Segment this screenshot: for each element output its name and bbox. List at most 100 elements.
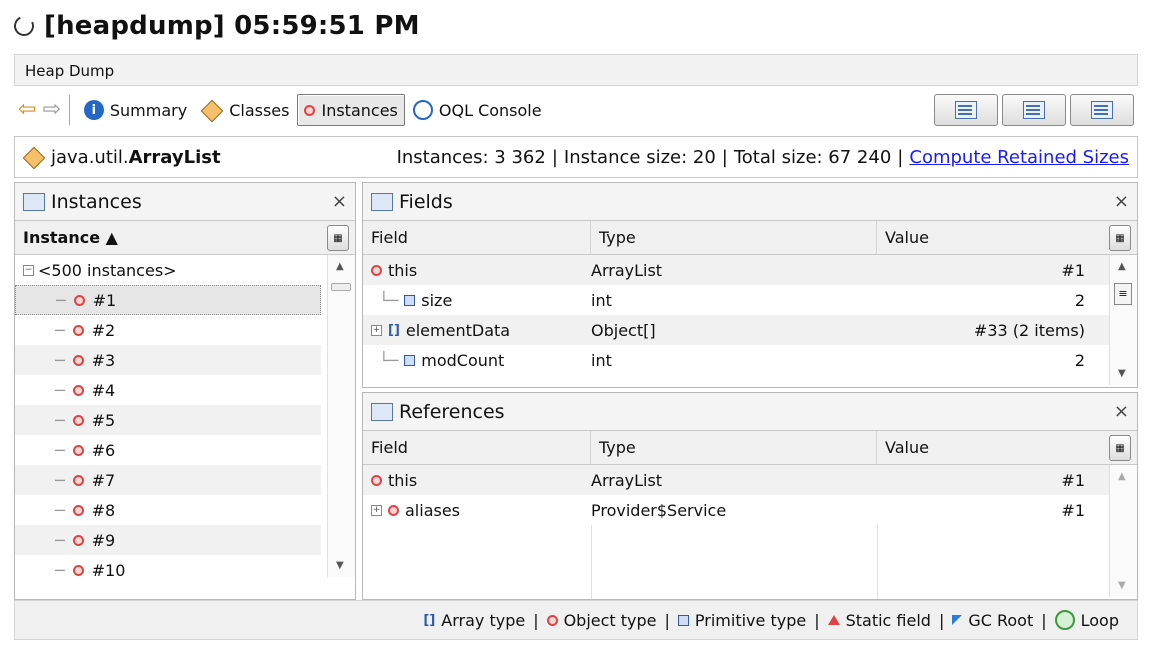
instance-item[interactable]: ─ #6 [15,435,321,465]
summary-label: Summary [109,100,188,120]
value-column[interactable]: Value [877,221,1099,254]
scroll-down-icon[interactable]: ▼ [336,560,344,571]
field-type: Provider$Service [591,500,727,520]
instance-item[interactable]: ─ #1 [15,285,321,315]
instance-item[interactable]: ─ #7 [15,465,321,495]
table-row[interactable]: + aliases Provider$Service #1 [363,495,1137,525]
instance-label: #4 [91,380,116,400]
scroll-thumb[interactable]: ≡ [1114,283,1132,305]
primitive-icon [404,354,416,366]
instance-label: #9 [91,530,116,550]
toggle-fields-view-button[interactable] [1002,94,1066,126]
column-chooser-button[interactable]: ▦ [1109,435,1131,461]
close-icon[interactable]: × [1114,401,1129,422]
tree-connector: ─ [55,380,65,400]
column-chooser-button[interactable]: ▦ [1109,225,1131,251]
tree-connector: ─ [55,560,65,580]
tree-connector: ─ [55,410,65,430]
oql-label: OQL Console [438,100,542,120]
fields-scrollbar[interactable]: ▲ ≡ ▼ [1109,255,1137,385]
class-simple-name: ArrayList [128,146,221,168]
expand-icon[interactable]: + [371,504,382,516]
field-name: elementData [405,320,511,340]
compute-retained-sizes-link[interactable]: Compute Retained Sizes [909,147,1129,168]
legend-array: Array type [441,610,526,630]
scroll-up-icon[interactable]: ▲ [1118,471,1126,482]
field-column[interactable]: Field [363,221,591,254]
class-info-bar: java.util.ArrayList Instances: 3 362 | I… [14,136,1138,178]
window-title: [heapdump] 05:59:51 PM [44,11,420,41]
instances-panel-icon [23,192,45,211]
scroll-up-icon[interactable]: ▲ [1118,261,1126,272]
object-icon [72,564,84,576]
scroll-thumb[interactable] [331,283,351,291]
scroll-up-icon[interactable]: ▲ [336,261,344,272]
column-chooser-button[interactable]: ▦ [327,225,349,251]
instances-group-label: <500 instances> [38,260,177,280]
instance-item[interactable]: ─ #9 [15,525,321,555]
instances-panel: Instances × Instance ▲ ▦ − <500 instance… [14,182,356,600]
scroll-down-icon[interactable]: ▼ [1118,580,1126,591]
object-icon [388,504,399,516]
tree-connector: ─ [55,320,65,340]
back-arrow-icon[interactable]: ⇦ [18,99,36,121]
table-row[interactable]: └─ size int 2 [363,285,1137,315]
instances-panel-title: Instances [51,190,142,213]
references-view-icon [1091,101,1113,119]
instance-item[interactable]: ─ #8 [15,495,321,525]
gc-root-icon [952,615,963,625]
expand-icon[interactable]: + [371,324,382,336]
classes-button[interactable]: Classes [195,94,295,126]
table-row[interactable]: this ArrayList #1 [363,465,1137,495]
tree-connector: ─ [55,440,65,460]
instance-label: #10 [91,560,126,580]
forward-arrow-icon[interactable]: ⇨ [42,99,60,121]
view-toggle-group [934,94,1134,126]
instances-list: ─ #1 ─ #2 ─ #3 ─ #4 ─ #5 ─ #6 ─ #7 ─ #8 ─ #9 ─ #10 [15,285,355,585]
references-scrollbar[interactable]: ▲ ▼ [1109,465,1137,597]
instance-item[interactable]: ─ #2 [15,315,321,345]
field-value: #1 [1061,470,1085,490]
tree-connector: ─ [55,350,65,370]
table-row[interactable]: └─ modCount int 2 [363,345,1137,375]
oql-console-button[interactable]: OQL Console [407,94,548,126]
instance-label: #8 [91,500,116,520]
value-column[interactable]: Value [877,431,1099,464]
tree-connector: ─ [55,500,65,520]
references-panel: References × Field Type Value ▦ this Arr… [362,392,1138,600]
field-type: ArrayList [591,260,663,280]
type-column[interactable]: Type [591,221,877,254]
instance-item[interactable]: ─ #3 [15,345,321,375]
tab-bar: Heap Dump [14,54,1138,86]
instances-scrollbar[interactable]: ▲ ▼ [327,255,355,577]
instance-label: #3 [91,350,116,370]
collapse-icon[interactable]: − [23,264,34,276]
stats-separator: | [897,146,904,168]
instance-item[interactable]: ─ #10 [15,555,321,585]
fields-panel: Fields × Field Type Value ▦ this ArrayLi… [362,182,1138,388]
close-icon[interactable]: × [1114,191,1129,212]
table-row[interactable]: this ArrayList #1 [363,255,1137,285]
instance-item[interactable]: ─ #4 [15,375,321,405]
object-icon [72,534,84,546]
legend-loop: Loop [1080,610,1119,630]
instance-label: #6 [91,440,116,460]
close-icon[interactable]: × [332,191,347,212]
window-title-bar: [heapdump] 05:59:51 PM [11,6,420,46]
references-panel-header: References × [363,393,1137,431]
instances-group-row[interactable]: − <500 instances> [15,255,355,285]
instance-item[interactable]: ─ #5 [15,405,321,435]
stats-separator: | [721,146,728,168]
field-column[interactable]: Field [363,431,591,464]
instances-tree: − <500 instances> ─ #1 ─ #2 ─ #3 ─ #4 ─ #5 ─ #6 ─ #7 ─… [15,255,355,599]
instance-column[interactable]: Instance ▲ [15,221,321,254]
toggle-instances-view-button[interactable] [934,94,998,126]
instances-button[interactable]: Instances [297,94,405,126]
type-column[interactable]: Type [591,431,877,464]
scroll-down-icon[interactable]: ▼ [1118,368,1126,379]
tab-heap-dump[interactable]: Heap Dump [25,62,114,80]
toggle-references-view-button[interactable] [1070,94,1134,126]
summary-button[interactable]: i Summary [78,94,193,126]
table-row[interactable]: + [] elementData Object[] #33 (2 items) [363,315,1137,345]
stats-separator: | [551,146,558,168]
